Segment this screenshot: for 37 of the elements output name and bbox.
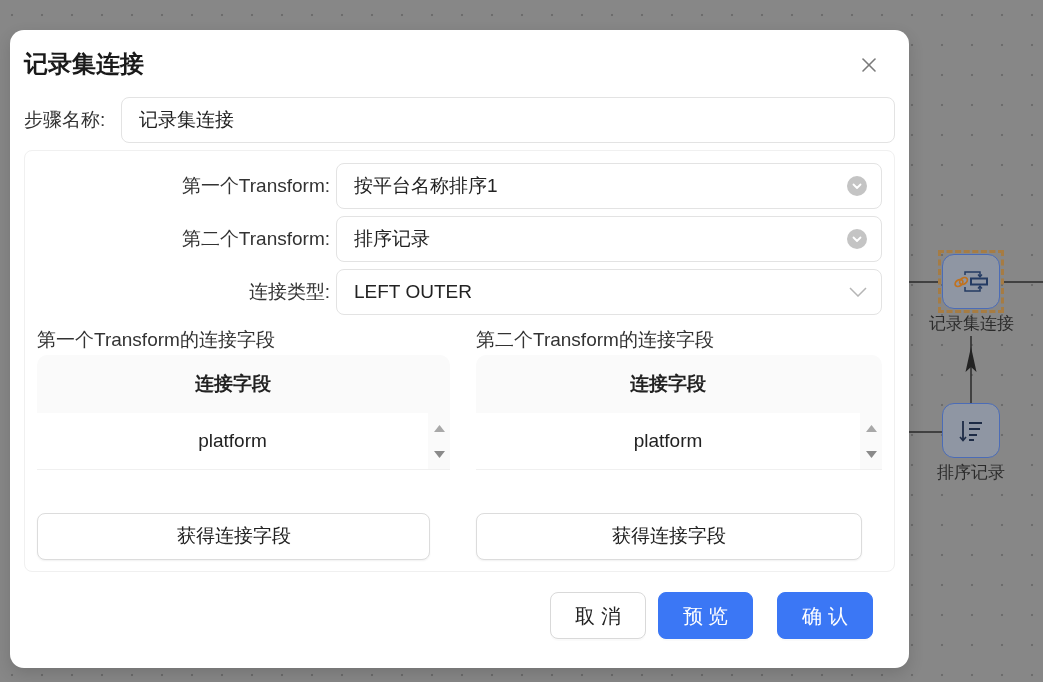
dialog-title: 记录集连接 <box>24 49 144 79</box>
scrollbar[interactable] <box>860 413 882 469</box>
column-header: 连接字段 <box>476 355 882 413</box>
section-title: 第一个Transform的连接字段 <box>37 328 275 352</box>
join-node[interactable] <box>938 250 1004 313</box>
chevron-down-icon <box>847 229 867 249</box>
column-header: 连接字段 <box>37 355 450 413</box>
dropdown[interactable]: LEFT OUTER <box>336 269 882 315</box>
field-label: 步骤名称: <box>24 108 106 130</box>
sort-icon <box>958 418 984 443</box>
chevron-down-icon <box>847 176 867 196</box>
field-label: 第二个Transform: <box>181 226 330 251</box>
primary-button[interactable]: 确 认 <box>777 592 873 639</box>
sort-node[interactable] <box>942 403 1000 458</box>
scroll-up-icon[interactable] <box>433 424 445 432</box>
cancel-button[interactable]: 取 消 <box>550 592 646 639</box>
section-title: 第二个Transform的连接字段 <box>476 328 714 352</box>
node-label: 记录集连接 <box>928 313 1014 335</box>
connector-line <box>909 431 942 433</box>
primary-button[interactable]: 预 览 <box>657 592 754 639</box>
field-label: 第一个Transform: <box>181 173 330 198</box>
link-icon <box>953 268 989 295</box>
connector-line <box>1004 281 1043 283</box>
scroll-down-icon[interactable] <box>865 450 877 458</box>
chevron-down-icon <box>849 287 867 297</box>
node-label: 排序记录 <box>937 462 1005 484</box>
get-fields-button[interactable]: 获得连接字段 <box>37 513 430 560</box>
dropdown[interactable]: 排序记录 <box>336 216 882 262</box>
field-label: 连接类型: <box>248 279 330 304</box>
connector-line <box>909 281 938 283</box>
scroll-up-icon[interactable] <box>865 424 877 432</box>
step-name-field[interactable]: 记录集连接 <box>121 97 895 143</box>
connector-arrow <box>963 336 979 403</box>
scroll-down-icon[interactable] <box>433 450 445 458</box>
scrollbar[interactable] <box>428 413 450 469</box>
dropdown[interactable]: 按平台名称排序1 <box>336 163 882 209</box>
get-fields-button[interactable]: 获得连接字段 <box>476 513 862 560</box>
